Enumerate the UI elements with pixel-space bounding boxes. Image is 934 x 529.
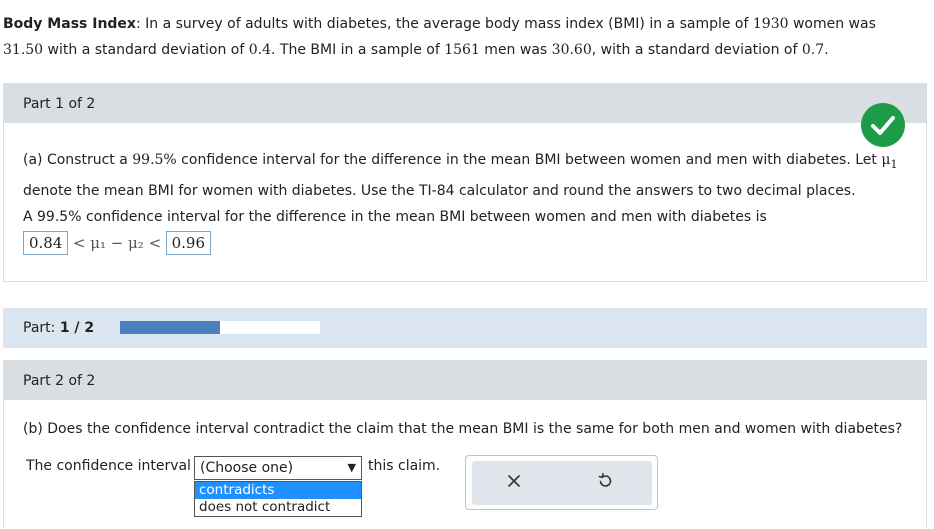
upper-bound-input[interactable]: 0.96 (165, 231, 212, 255)
interval-expression: < μ₁ − μ₂ < (72, 234, 162, 252)
dropdown-options: contradicts does not contradict (194, 481, 362, 517)
lower-bound-input[interactable]: 0.84 (23, 231, 69, 255)
undo-icon[interactable] (596, 472, 614, 494)
close-icon[interactable] (506, 473, 522, 493)
problem-statement: Body Mass Index: In a survey of adults w… (3, 16, 876, 58)
part1-answer-intro: A 99.5% confidence interval for the diff… (23, 209, 767, 225)
part2-lead-text: The confidence interval (26, 458, 191, 474)
problem-title: Body Mass Index (3, 16, 136, 32)
part2-question: (b) Does the confidence interval contrad… (23, 421, 903, 437)
part1-answer-row: 0.84 < μ₁ − μ₂ < 0.96 (23, 231, 212, 255)
dropdown-arrow-icon[interactable]: ▼ (348, 461, 356, 474)
answer-select[interactable]: (Choose one) ▼ (194, 456, 362, 480)
option-does-not-contradict[interactable]: does not contradict (195, 499, 361, 516)
progress-fill (120, 321, 220, 334)
part2-trail-text: this claim. (368, 458, 441, 474)
part2-header: Part 2 of 2 (3, 360, 927, 400)
progress-label: Part: 1 / 2 (23, 320, 95, 336)
action-buttons (472, 461, 652, 505)
correct-check-icon (861, 103, 905, 147)
part1-header: Part 1 of 2 (3, 83, 927, 123)
option-contradicts[interactable]: contradicts (195, 482, 361, 499)
part1-question: (a) Construct a 99.5% confidence interva… (23, 152, 898, 199)
